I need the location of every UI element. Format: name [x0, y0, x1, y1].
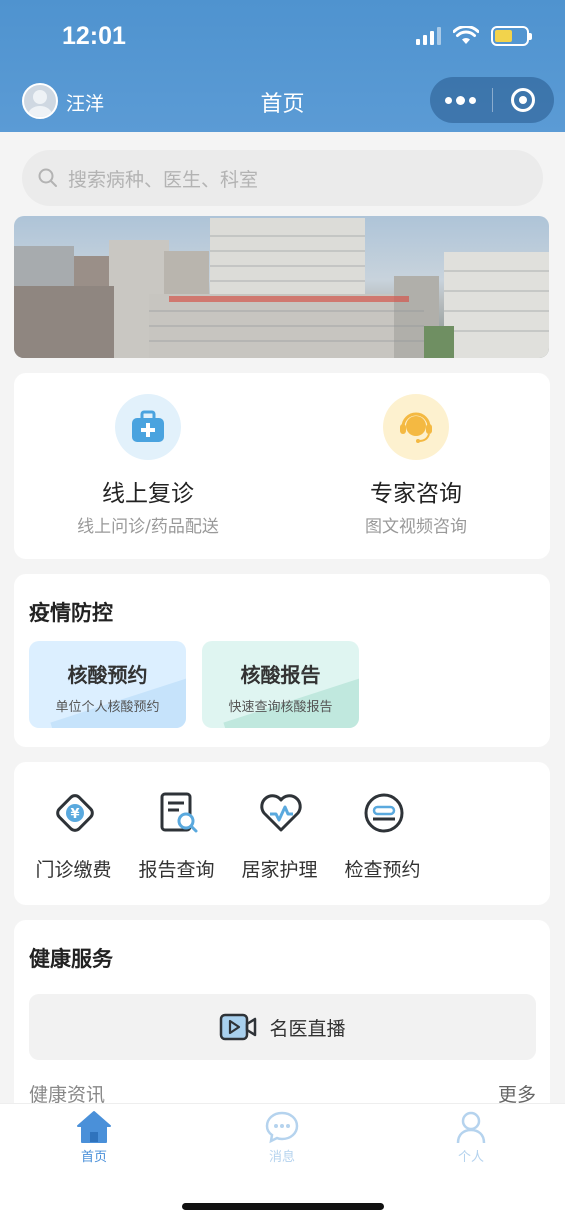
wifi-icon: [453, 26, 479, 44]
section-title: 疫情防控: [29, 601, 113, 625]
service-label: 居家护理: [241, 859, 318, 881]
live-label: 名医直播: [269, 1017, 346, 1040]
search-icon: [38, 168, 57, 187]
quick-action-title: 线上复诊: [102, 481, 194, 507]
health-services-card: 健康服务 名医直播 健康资讯 更多: [14, 920, 550, 1120]
svg-text:¥: ¥: [70, 807, 79, 822]
tile-title: 核酸预约: [67, 663, 148, 687]
famous-doctor-live-button[interactable]: 名医直播: [29, 994, 536, 1060]
tab-messages[interactable]: 消息: [222, 1110, 342, 1165]
hospital-building-image: [14, 218, 549, 358]
heart-care-icon: [260, 794, 302, 832]
more-menu-button[interactable]: [430, 95, 492, 105]
online-revisit-button[interactable]: 线上复诊 线上问诊/药品配送: [14, 373, 282, 559]
quick-action-subtitle: 线上问诊/药品配送: [77, 517, 219, 537]
miniprogram-capsule: [430, 77, 554, 123]
exam-booking-button[interactable]: 检查预约: [331, 762, 434, 905]
epidemic-control-card: 疫情防控 核酸预约 单位个人核酸预约 核酸报告 快速查询核酸报告: [14, 574, 550, 747]
top-header: 12:01 汪洋 首页: [0, 0, 565, 132]
services-card: ¥ 门诊缴费 报告查询 居家护理 检查预约: [14, 762, 550, 905]
tile-subtitle: 快速查询核酸报告: [228, 700, 333, 715]
exam-booking-icon: [364, 793, 404, 833]
expert-consult-button[interactable]: 专家咨询 图文视频咨询: [282, 373, 550, 559]
report-search-icon: [160, 792, 198, 833]
tab-home[interactable]: 首页: [34, 1110, 154, 1165]
search-bar[interactable]: 搜索病种、医生、科室: [22, 150, 543, 206]
yuan-payment-icon: ¥: [56, 794, 94, 832]
tile-title: 核酸报告: [240, 663, 321, 687]
status-time: 12:01: [62, 22, 126, 50]
service-label: 门诊缴费: [35, 859, 112, 881]
tab-label: 首页: [80, 1150, 107, 1165]
outpatient-payment-button[interactable]: ¥ 门诊缴费: [22, 762, 125, 905]
nucleic-report-tile[interactable]: 核酸报告 快速查询核酸报告: [202, 641, 359, 728]
signal-icon: [416, 27, 441, 45]
hospital-banner[interactable]: [14, 216, 549, 358]
quick-action-subtitle: 图文视频咨询: [365, 517, 467, 537]
close-miniprogram-button[interactable]: [492, 88, 554, 112]
section-title: 健康服务: [29, 947, 113, 971]
service-label: 报告查询: [138, 859, 215, 881]
video-camera-icon: [220, 1013, 257, 1041]
status-icons: [416, 26, 532, 46]
nucleic-booking-tile[interactable]: 核酸预约 单位个人核酸预约: [29, 641, 186, 728]
person-icon: [456, 1111, 486, 1144]
report-query-button[interactable]: 报告查询: [125, 762, 228, 905]
home-care-button[interactable]: 居家护理: [228, 762, 331, 905]
battery-icon: [491, 26, 532, 46]
tab-label: 消息: [268, 1150, 295, 1165]
tab-profile[interactable]: 个人: [411, 1110, 531, 1165]
chat-bubble-icon: [265, 1111, 299, 1144]
service-label: 检查预约: [344, 859, 421, 881]
headset-icon: [383, 394, 449, 460]
medical-kit-icon: [115, 394, 181, 460]
tile-subtitle: 单位个人核酸预约: [55, 700, 160, 715]
quick-actions-card: 线上复诊 线上问诊/药品配送 专家咨询 图文视频咨询: [14, 373, 550, 559]
search-placeholder: 搜索病种、医生、科室: [68, 168, 259, 191]
home-icon: [77, 1111, 111, 1143]
home-indicator: [182, 1203, 384, 1210]
tab-label: 个人: [457, 1150, 484, 1165]
quick-action-title: 专家咨询: [370, 481, 462, 507]
